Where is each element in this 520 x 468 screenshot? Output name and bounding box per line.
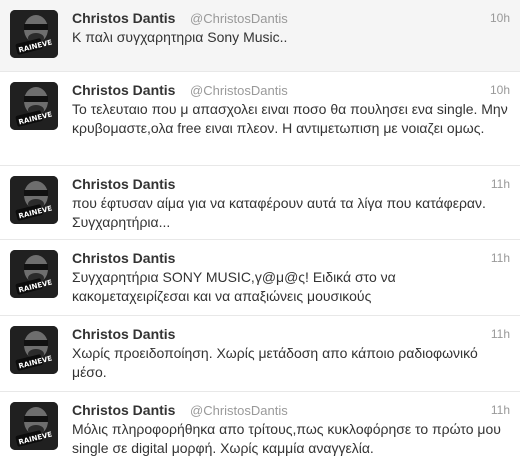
avatar-image: RAINEVE [10,326,58,374]
username[interactable]: @ChristosDantis [190,403,288,418]
timestamp[interactable]: 11h [491,403,510,417]
timestamp[interactable]: 10h [490,11,510,25]
timestamp[interactable]: 11h [491,251,510,265]
fullname[interactable]: Christos Dantis [72,326,175,342]
tweet[interactable]: RAINEVE Christos Dantis @ChristosDantis … [0,392,520,468]
avatar[interactable]: RAINEVE [10,10,58,58]
tweet-header: Christos Dantis 11h [72,324,510,344]
avatar-image: RAINEVE [10,176,58,224]
timestamp[interactable]: 11h [491,327,510,341]
avatar[interactable]: RAINEVE [10,82,58,130]
timestamp[interactable]: 10h [490,83,510,97]
fullname[interactable]: Christos Dantis [72,176,175,192]
tweet-text: Το τελευταιο που μ απασχολει ειναι ποσο … [72,101,508,136]
tweet-text: Συγχαρητήρια SONY MUSIC,γ@μ@ς! Ειδικά στ… [72,269,396,304]
tweet[interactable]: RAINEVE Christos Dantis 11h Συγχαρητήρια… [0,240,520,316]
username[interactable]: @ChristosDantis [190,83,288,98]
fullname[interactable]: Christos Dantis [72,402,175,418]
avatar[interactable]: RAINEVE [10,402,58,450]
fullname[interactable]: Christos Dantis [72,10,175,26]
tweet-header: Christos Dantis @ChristosDantis 11h [72,400,510,420]
timestamp[interactable]: 11h [491,177,510,191]
tweet[interactable]: RAINEVE Christos Dantis 11h που έφτυσαν … [0,166,520,240]
avatar-image: RAINEVE [10,82,58,130]
tweet-header: Christos Dantis 11h [72,248,510,268]
fullname[interactable]: Christos Dantis [72,82,175,98]
tweet-text: Μόλις πληροφορήθηκα απο τρίτους,πως κυκλ… [72,421,501,456]
tweet-text: που έφτυσαν αίμα για να καταφέρουν αυτά … [72,195,486,230]
avatar-image: RAINEVE [10,250,58,298]
tweet-header: Christos Dantis @ChristosDantis 10h [72,8,510,28]
tweet[interactable]: RAINEVE Christos Dantis 11h Χωρίς προειδ… [0,316,520,392]
avatar[interactable]: RAINEVE [10,326,58,374]
tweet-header: Christos Dantis 11h [72,174,510,194]
tweet[interactable]: RAINEVE Christos Dantis @ChristosDantis … [0,72,520,166]
tweet-text: Χωρίς προειδοποίηση. Χωρίς μετάδοση απο … [72,345,478,380]
fullname[interactable]: Christos Dantis [72,250,175,266]
tweet-header: Christos Dantis @ChristosDantis 10h [72,80,510,100]
tweet-text: Κ παλι συγχαρητηρια Sony Music.. [72,29,288,45]
tweet[interactable]: RAINEVE Christos Dantis @ChristosDantis … [0,0,520,72]
username[interactable]: @ChristosDantis [190,11,288,26]
tweet-timeline: RAINEVE Christos Dantis @ChristosDantis … [0,0,520,468]
avatar[interactable]: RAINEVE [10,250,58,298]
avatar-image: RAINEVE [10,10,58,58]
avatar-image: RAINEVE [10,402,58,450]
avatar[interactable]: RAINEVE [10,176,58,224]
